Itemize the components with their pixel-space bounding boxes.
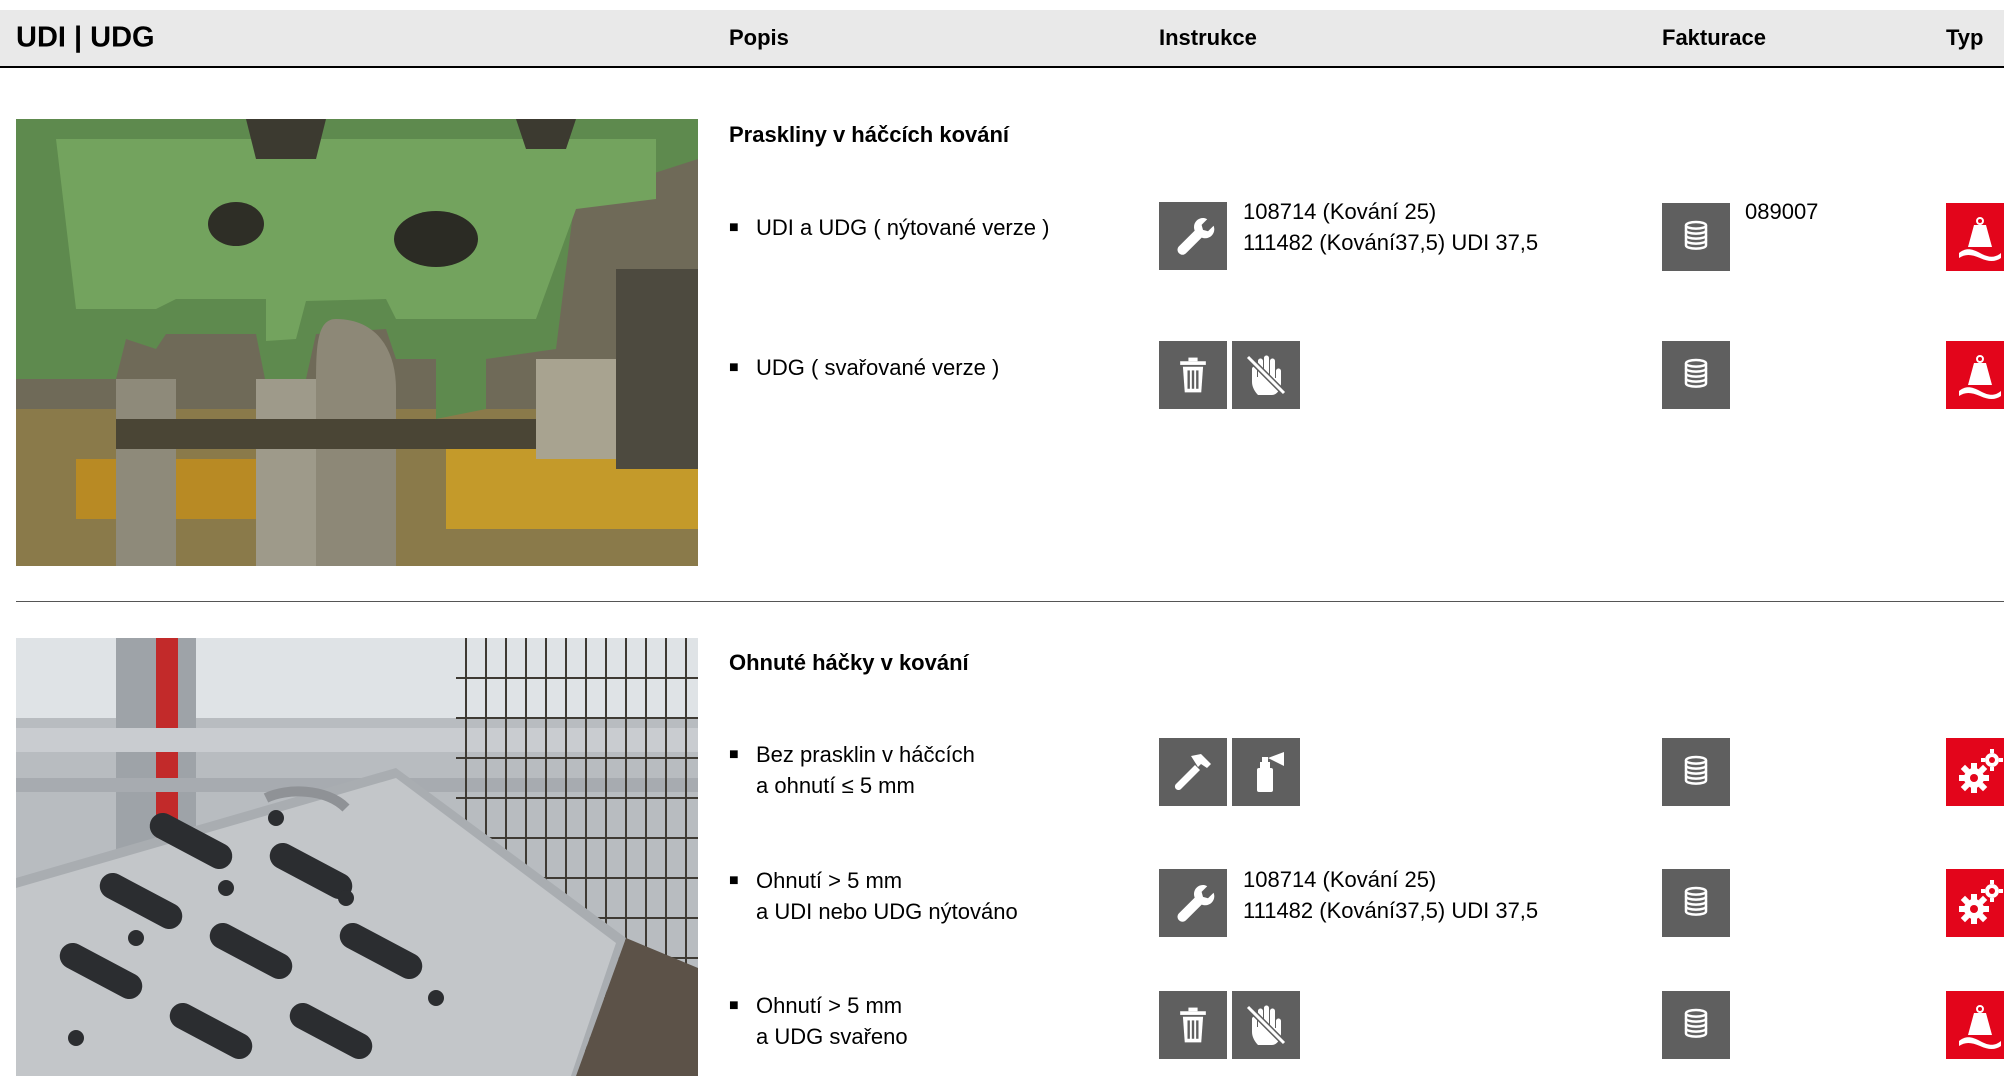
coin-stack-icon — [1662, 341, 1730, 409]
weight-kg-icon — [1946, 991, 2004, 1059]
cracked-hook-fitting-photo — [16, 119, 698, 566]
billing-code: 089007 — [1745, 199, 1819, 224]
coin-stack-icon — [1662, 203, 1730, 271]
table-header: UDI | UDG Popis Instrukce Fakturace Typ — [0, 10, 2004, 68]
no-touch-hand-icon — [1232, 341, 1300, 409]
bullet: ■ — [729, 359, 739, 376]
list-item: ■ Ohnutí > 5 mm a UDI nebo UDG nýtováno — [729, 865, 1018, 927]
bullet: ■ — [729, 872, 739, 889]
column-header-typ: Typ — [1946, 25, 1984, 50]
column-header-popis: Popis — [729, 25, 789, 50]
list-item: ■ Ohnutí > 5 mm a UDG svařeno — [729, 990, 908, 1052]
gears-icon — [1946, 869, 2004, 937]
bent-hook-platform-photo — [16, 638, 698, 1076]
coin-stack-icon — [1662, 738, 1730, 806]
bullet: ■ — [729, 746, 739, 763]
weight-kg-icon — [1946, 203, 2004, 271]
gears-icon — [1946, 738, 2004, 806]
part-references: 108714 (Kování 25) 111482 (Kování37,5) U… — [1243, 199, 1539, 255]
hammer-icon — [1159, 738, 1227, 806]
section-divider — [16, 601, 2004, 602]
bullet: ■ — [729, 219, 739, 236]
section-title-bent-hooks: Ohnuté háčky v kování — [729, 650, 969, 675]
page-title: UDI | UDG — [16, 21, 155, 54]
list-item: ■ Bez prasklin v háčcích a ohnutí ≤ 5 mm — [729, 739, 975, 801]
column-header-fakturace: Fakturace — [1662, 25, 1766, 50]
bullet: ■ — [729, 997, 739, 1014]
list-item: ■ UDI a UDG ( nýtované verze ) — [729, 212, 1049, 243]
wrench-icon — [1159, 869, 1227, 937]
coin-stack-icon — [1662, 869, 1730, 937]
no-touch-hand-icon — [1232, 991, 1300, 1059]
spray-can-icon — [1232, 738, 1300, 806]
trash-icon — [1159, 341, 1227, 409]
part-references: 108714 (Kování 25) 111482 (Kování37,5) U… — [1243, 867, 1539, 923]
coin-stack-icon — [1662, 991, 1730, 1059]
wrench-icon — [1159, 202, 1227, 270]
weight-kg-icon — [1946, 341, 2004, 409]
list-item: ■ UDG ( svařované verze ) — [729, 352, 999, 383]
section-title-cracks: Praskliny v háčcích kování — [729, 122, 1010, 147]
column-header-instrukce: Instrukce — [1159, 25, 1257, 50]
trash-icon — [1159, 991, 1227, 1059]
